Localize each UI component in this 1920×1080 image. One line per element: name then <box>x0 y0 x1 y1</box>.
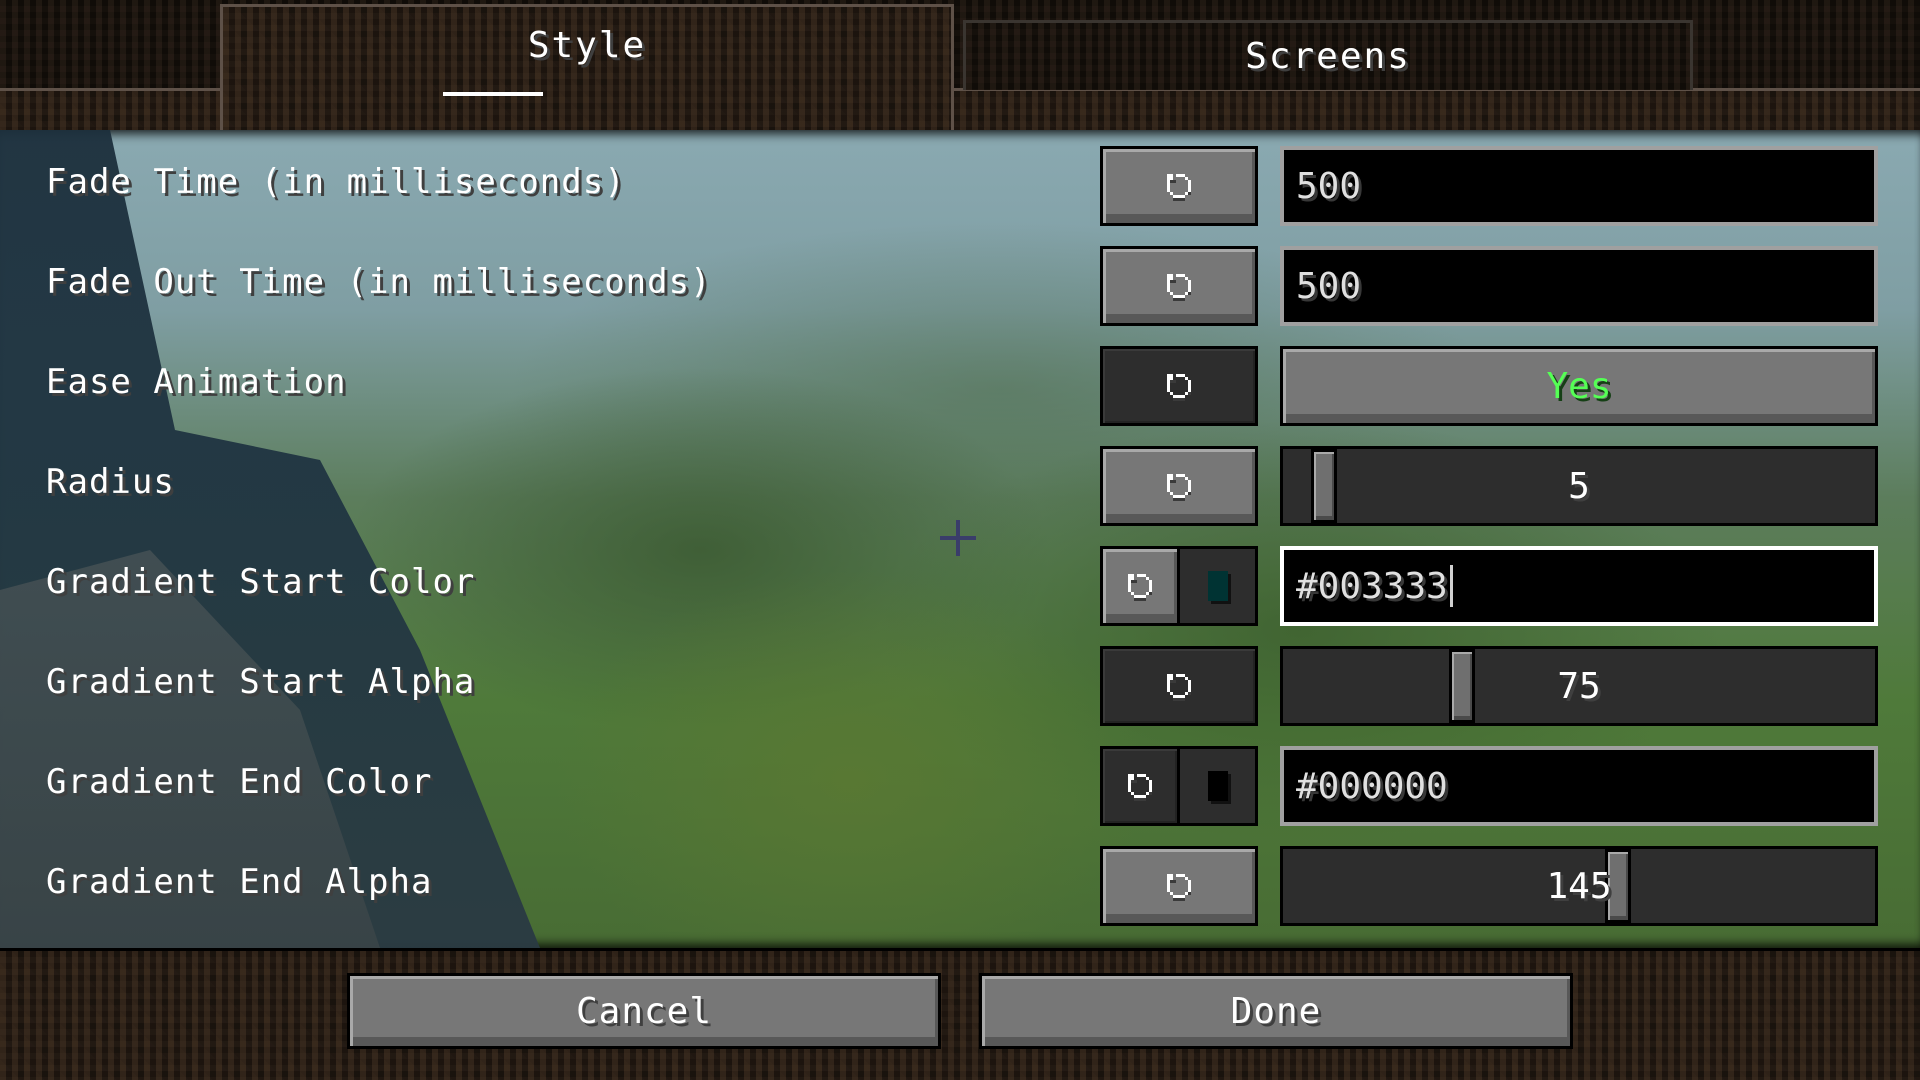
reset-button[interactable] <box>1100 546 1180 626</box>
ease-animation-toggle[interactable]: Yes <box>1280 346 1878 426</box>
setting-label: Gradient End Alpha <box>46 862 433 902</box>
color-swatch <box>1207 771 1228 801</box>
setting-row-gradient-start-alpha: Gradient Start Alpha 75 <box>0 646 1920 726</box>
setting-row-radius: Radius 5 <box>0 446 1920 526</box>
setting-row-gradient-end-color: Gradient End Color #000000 <box>0 746 1920 826</box>
setting-row-gradient-start-color: Gradient Start Color #003333 <box>0 546 1920 626</box>
reset-arrow-icon <box>1161 368 1197 404</box>
reset-arrow-icon <box>1122 768 1158 804</box>
done-button[interactable]: Done <box>979 973 1573 1049</box>
reset-arrow-icon <box>1122 568 1158 604</box>
cancel-button[interactable]: Cancel <box>347 973 941 1049</box>
reset-arrow-icon <box>1161 168 1197 204</box>
slider-thumb[interactable] <box>1449 649 1475 723</box>
setting-label: Radius <box>46 462 175 502</box>
cancel-label: Cancel <box>575 990 713 1032</box>
fade-time-value: 500 <box>1296 165 1362 207</box>
reset-arrow-icon <box>1161 868 1197 904</box>
reset-arrow-icon <box>1161 268 1197 304</box>
footer-bar: Cancel Done <box>0 948 1920 1080</box>
setting-row-ease-animation: Ease Animation Yes <box>0 346 1920 426</box>
setting-label: Fade Out Time (in milliseconds) <box>46 262 712 302</box>
gradient-start-alpha-slider[interactable]: 75 <box>1280 646 1878 726</box>
radius-value: 5 <box>1568 465 1590 507</box>
reset-button[interactable] <box>1100 646 1258 726</box>
gradient-end-color-value: #000000 <box>1296 765 1448 807</box>
reset-button[interactable] <box>1100 146 1258 226</box>
slider-thumb[interactable] <box>1605 849 1631 923</box>
tab-screens-label: Screens <box>1245 36 1411 77</box>
fade-out-time-value: 500 <box>1296 265 1362 307</box>
ease-animation-value: Yes <box>1546 365 1612 407</box>
fade-out-time-input[interactable]: 500 <box>1280 246 1878 326</box>
setting-label: Gradient Start Color <box>46 562 476 602</box>
tab-style-label: Style <box>527 25 647 66</box>
setting-row-fade-out-time: Fade Out Time (in milliseconds) 500 <box>0 246 1920 326</box>
color-swatch-cell[interactable] <box>1177 546 1258 626</box>
tab-style[interactable]: Style <box>220 4 954 130</box>
setting-row-fade-time: Fade Time (in milliseconds) 500 <box>0 146 1920 226</box>
reset-button[interactable] <box>1100 246 1258 326</box>
gradient-end-alpha-value: 145 <box>1546 865 1612 907</box>
active-tab-underline <box>443 92 543 96</box>
gradient-start-color-value: #003333 <box>1296 565 1448 607</box>
reset-button[interactable] <box>1100 346 1258 426</box>
settings-list: Fade Time (in milliseconds) 500 Fade Out… <box>0 130 1920 948</box>
gradient-end-color-input[interactable]: #000000 <box>1280 746 1878 826</box>
setting-row-gradient-end-alpha: Gradient End Alpha 145 <box>0 846 1920 926</box>
slider-thumb[interactable] <box>1311 449 1337 523</box>
reset-button[interactable] <box>1100 746 1180 826</box>
setting-label: Ease Animation <box>46 362 347 402</box>
setting-label: Fade Time (in milliseconds) <box>46 162 626 202</box>
text-caret <box>1449 565 1453 607</box>
reset-button[interactable] <box>1100 846 1258 926</box>
fade-time-input[interactable]: 500 <box>1280 146 1878 226</box>
done-label: Done <box>1230 990 1322 1032</box>
tab-screens[interactable]: Screens <box>963 20 1693 90</box>
setting-label: Gradient End Color <box>46 762 433 802</box>
reset-arrow-icon <box>1161 668 1197 704</box>
gradient-start-color-input[interactable]: #003333 <box>1280 546 1878 626</box>
reset-arrow-icon <box>1161 468 1197 504</box>
setting-label: Gradient Start Alpha <box>46 662 476 702</box>
reset-button[interactable] <box>1100 446 1258 526</box>
color-swatch-cell[interactable] <box>1177 746 1258 826</box>
tab-bar: Style Screens <box>0 0 1920 130</box>
gradient-end-alpha-slider[interactable]: 145 <box>1280 846 1878 926</box>
gradient-start-alpha-value: 75 <box>1557 665 1601 707</box>
color-swatch <box>1207 571 1228 601</box>
radius-slider[interactable]: 5 <box>1280 446 1878 526</box>
